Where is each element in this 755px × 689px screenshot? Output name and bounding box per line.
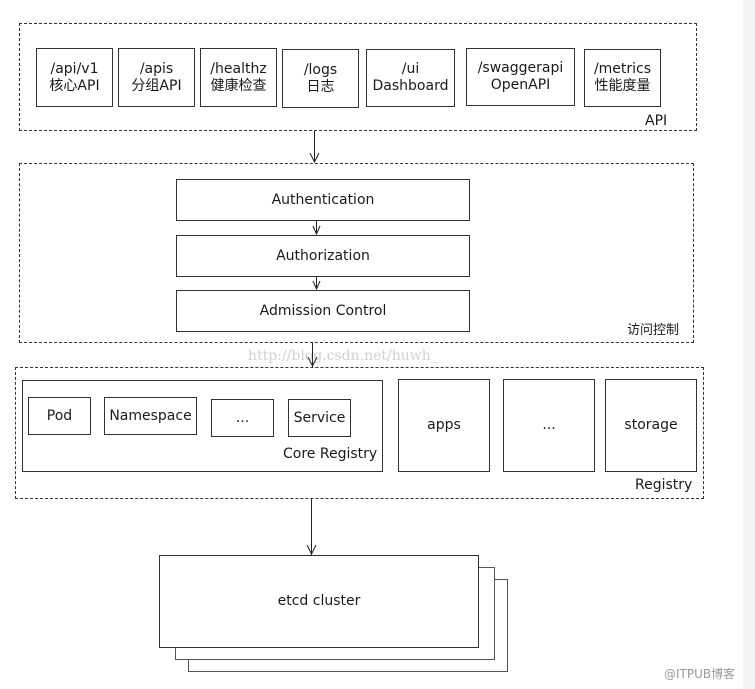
- core-item-label: Pod: [46, 407, 73, 424]
- core-item-more: ...: [211, 399, 274, 437]
- step-label: Authentication: [271, 191, 375, 208]
- access-control-label: 访问控制: [627, 323, 680, 338]
- endpoint-desc: 健康检查: [210, 77, 267, 94]
- endpoint-apis: /apis 分组API: [118, 48, 195, 107]
- registry-group-storage: storage: [605, 379, 697, 472]
- step-authorization: Authorization: [176, 235, 470, 277]
- etcd-cluster-label: etcd cluster: [277, 593, 361, 609]
- registry-group-label: apps: [427, 417, 461, 433]
- endpoint-path: /api/v1: [50, 60, 99, 77]
- watermark: http://blog.csdn.net/huwh_: [248, 348, 438, 364]
- footer-credit: @ITPUB博客: [664, 667, 736, 681]
- endpoint-desc: 分组API: [131, 77, 182, 94]
- endpoint-logs: /logs 日志: [282, 49, 359, 108]
- core-item-label: Namespace: [109, 407, 192, 424]
- core-registry-label: Core Registry: [283, 446, 378, 462]
- endpoint-path: /healthz: [210, 60, 267, 77]
- endpoint-desc: 日志: [306, 78, 335, 95]
- endpoint-api-v1: /api/v1 核心API: [36, 48, 113, 107]
- arrow-down-icon: [306, 544, 317, 555]
- registry-group-apps: apps: [398, 379, 490, 472]
- endpoint-desc: Dashboard: [372, 78, 449, 94]
- registry-label: Registry: [635, 477, 693, 493]
- page-edge: [743, 0, 755, 689]
- step-label: Authorization: [276, 247, 370, 264]
- etcd-cluster: etcd cluster: [159, 555, 479, 648]
- arrow-down-icon: [312, 277, 321, 290]
- endpoint-desc: 核心API: [49, 77, 100, 94]
- registry-group-label: storage: [624, 417, 678, 433]
- registry-group-label: ...: [542, 417, 556, 433]
- core-item-service: Service: [288, 399, 351, 437]
- endpoint-swaggerapi: /swaggerapi OpenAPI: [466, 48, 575, 106]
- arrow-down-icon: [309, 152, 320, 163]
- endpoint-metrics: /metrics 性能度量: [584, 49, 661, 107]
- endpoint-healthz: /healthz 健康检查: [200, 48, 277, 107]
- endpoint-ui: /ui Dashboard: [366, 49, 455, 107]
- endpoint-path: /logs: [303, 61, 338, 78]
- endpoint-path: /apis: [139, 60, 174, 77]
- step-authentication: Authentication: [176, 179, 470, 221]
- endpoint-path: /metrics: [593, 61, 652, 77]
- core-item-pod: Pod: [28, 397, 91, 435]
- registry-group-more: ...: [503, 379, 595, 472]
- arrow-down-icon: [312, 221, 321, 235]
- endpoint-path: /swaggerapi: [477, 60, 564, 76]
- core-item-label: Service: [293, 409, 346, 426]
- api-layer-label: API: [645, 113, 668, 129]
- endpoint-desc: OpenAPI: [490, 77, 551, 93]
- endpoint-path: /ui: [401, 61, 420, 77]
- core-item-label: ...: [235, 409, 250, 426]
- arrow-down-icon: [307, 356, 318, 367]
- core-item-namespace: Namespace: [104, 397, 197, 435]
- endpoint-desc: 性能度量: [594, 78, 651, 94]
- step-label: Admission Control: [259, 302, 387, 319]
- step-admission-control: Admission Control: [176, 290, 470, 332]
